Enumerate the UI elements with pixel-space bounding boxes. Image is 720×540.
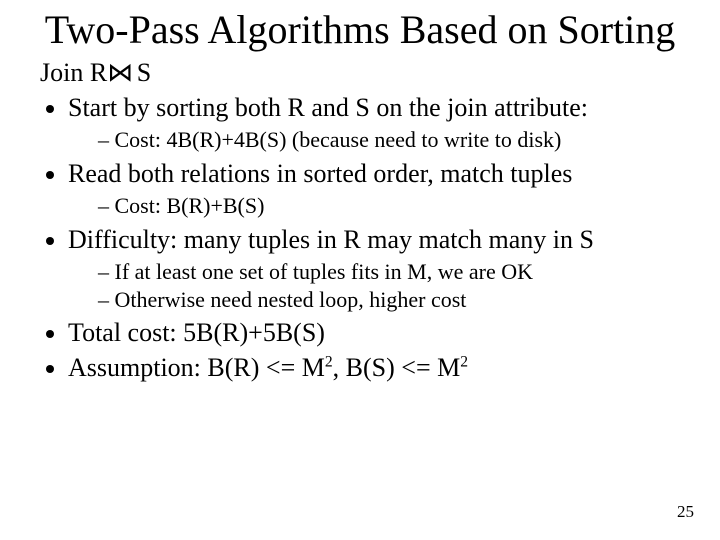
bullet-1: Start by sorting both R and S on the joi… <box>68 92 690 154</box>
bullet-1-sub: Cost: 4B(R)+4B(S) (because need to write… <box>68 126 690 154</box>
join-icon: ⋈ <box>107 57 130 87</box>
bullet-2-sub-1: Cost: B(R)+B(S) <box>98 192 690 220</box>
lead-line: Join R⋈ S <box>40 56 690 90</box>
bullet-5: Assumption: B(R) <= M2, B(S) <= M2 <box>68 352 690 385</box>
slide-title: Two-Pass Algorithms Based on Sorting <box>30 8 690 52</box>
lead-prefix: Join R <box>40 58 107 87</box>
bullet-1-sub-1: Cost: 4B(R)+4B(S) (because need to write… <box>98 126 690 154</box>
bullet-3-sub-2: Otherwise need nested loop, higher cost <box>98 286 690 314</box>
page-number: 25 <box>677 502 694 522</box>
bullet-5-mid: , B(S) <= M <box>333 353 461 382</box>
bullet-5-prefix: Assumption: B(R) <= M <box>68 353 325 382</box>
lead-suffix: S <box>130 58 151 87</box>
bullet-1-text: Start by sorting both R and S on the joi… <box>68 93 588 122</box>
bullet-3-sub-1: If at least one set of tuples fits in M,… <box>98 258 690 286</box>
bullet-2: Read both relations in sorted order, mat… <box>68 158 690 220</box>
bullet-3-sub: If at least one set of tuples fits in M,… <box>68 258 690 313</box>
bullet-3-text: Difficulty: many tuples in R may match m… <box>68 225 594 254</box>
bullet-5-sup-1: 2 <box>325 353 333 370</box>
slide-body: Join R⋈ S Start by sorting both R and S … <box>30 56 690 384</box>
bullet-3: Difficulty: many tuples in R may match m… <box>68 224 690 314</box>
bullet-4: Total cost: 5B(R)+5B(S) <box>68 317 690 350</box>
slide: Two-Pass Algorithms Based on Sorting Joi… <box>0 0 720 540</box>
bullet-2-sub: Cost: B(R)+B(S) <box>68 192 690 220</box>
bullet-5-sup-2: 2 <box>460 353 468 370</box>
bullet-2-text: Read both relations in sorted order, mat… <box>68 159 572 188</box>
bullet-list: Start by sorting both R and S on the joi… <box>44 92 690 385</box>
